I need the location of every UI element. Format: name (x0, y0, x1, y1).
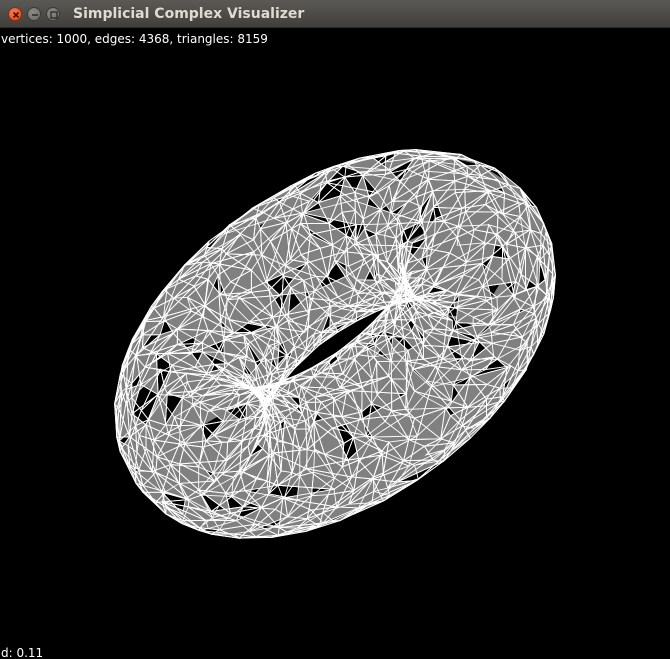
close-button[interactable] (8, 7, 22, 21)
window-title: Simplicial Complex Visualizer (73, 6, 305, 22)
mesh-edge (236, 405, 247, 420)
maximize-button[interactable] (46, 7, 60, 21)
mesh-edge (243, 506, 262, 509)
maximize-icon (50, 11, 58, 19)
minimize-icon (32, 14, 38, 16)
minimize-button[interactable] (27, 7, 41, 21)
torus-mesh[interactable] (0, 28, 670, 659)
title-bar[interactable]: Simplicial Complex Visualizer (0, 0, 670, 28)
d-value-label: d: 0.11 (1, 646, 44, 659)
app-window: Simplicial Complex Visualizer vertices: … (0, 0, 670, 659)
close-icon (12, 11, 20, 19)
mesh-edge (399, 150, 405, 152)
stats-label: vertices: 1000, edges: 4368, triangles: … (1, 32, 268, 46)
